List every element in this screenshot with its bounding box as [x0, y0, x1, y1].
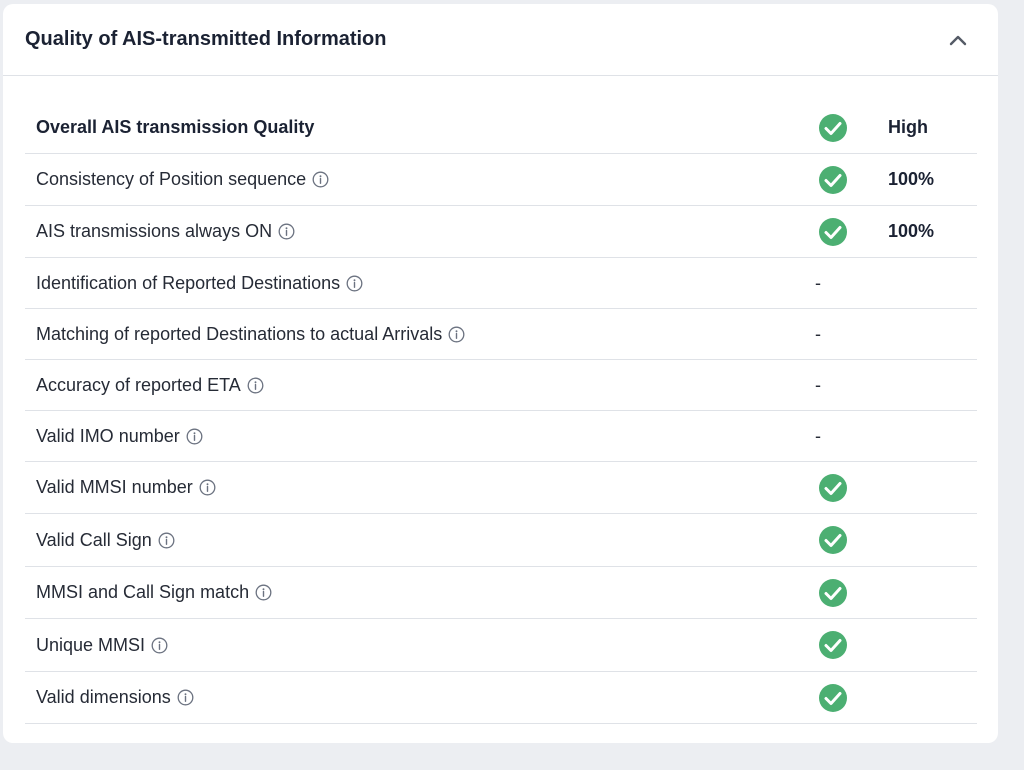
row-label-text: AIS transmissions always ON: [36, 221, 273, 241]
row-label-text: Valid dimensions: [36, 687, 171, 707]
status-dash: -: [815, 425, 821, 446]
collapse-button[interactable]: [944, 26, 972, 54]
row-label-text: Accuracy of reported ETA: [36, 374, 241, 395]
check-icon: [818, 578, 848, 608]
row-label: Overall AIS transmission Quality: [36, 117, 315, 137]
status-dash: -: [815, 374, 821, 395]
row-label-text: Valid IMO number: [36, 425, 180, 446]
check-icon: [818, 473, 848, 503]
info-icon[interactable]: [255, 584, 272, 601]
row-label: MMSI and Call Sign match: [36, 582, 272, 603]
info-icon[interactable]: [186, 428, 203, 445]
table-row: Valid IMO number -: [25, 411, 977, 462]
table-row: Valid MMSI number: [25, 462, 977, 514]
row-label: Valid IMO number: [36, 426, 203, 447]
info-icon[interactable]: [199, 479, 216, 496]
ais-quality-panel: Quality of AIS-transmitted Information O…: [3, 4, 998, 743]
table-row: Valid Call Sign: [25, 514, 977, 567]
quality-table: Overall AIS transmission Quality High Co…: [25, 102, 977, 724]
row-label: Valid Call Sign: [36, 530, 175, 551]
status-dash: -: [815, 323, 821, 344]
row-label: AIS transmissions always ON: [36, 221, 295, 242]
check-icon: [818, 683, 848, 713]
table-row: Matching of reported Destinations to act…: [25, 309, 977, 360]
info-icon[interactable]: [247, 377, 264, 394]
check-icon: [818, 525, 848, 555]
info-icon[interactable]: [151, 637, 168, 654]
table-row: Valid dimensions: [25, 672, 977, 724]
row-label-text: MMSI and Call Sign match: [36, 582, 250, 602]
check-icon: [818, 217, 848, 247]
row-label: Matching of reported Destinations to act…: [36, 324, 465, 345]
table-row: AIS transmissions always ON 100%: [25, 206, 977, 258]
info-icon[interactable]: [158, 532, 175, 549]
row-label-text: Identification of Reported Destinations: [36, 272, 341, 293]
table-row: MMSI and Call Sign match: [25, 567, 977, 619]
row-value: High: [888, 117, 928, 137]
row-label: Identification of Reported Destinations: [36, 273, 363, 294]
status-dash: -: [815, 272, 821, 293]
check-icon: [818, 630, 848, 660]
info-icon[interactable]: [448, 326, 465, 343]
table-row: Unique MMSI: [25, 619, 977, 672]
row-value: 100%: [888, 169, 935, 189]
row-label-text: Unique MMSI: [36, 634, 146, 655]
panel-header[interactable]: Quality of AIS-transmitted Information: [3, 4, 998, 76]
check-icon: [818, 165, 848, 195]
row-label: Consistency of Position sequence: [36, 169, 329, 190]
info-icon[interactable]: [346, 275, 363, 292]
row-label: Accuracy of reported ETA: [36, 375, 264, 396]
row-label-text: Matching of reported Destinations to act…: [36, 323, 443, 344]
table-row: Consistency of Position sequence 100%: [25, 154, 977, 206]
row-value: 100%: [888, 221, 935, 241]
row-label: Valid dimensions: [36, 687, 194, 708]
table-row: Accuracy of reported ETA -: [25, 360, 977, 411]
table-row: Identification of Reported Destinations …: [25, 258, 977, 309]
info-icon[interactable]: [278, 223, 295, 240]
check-icon: [818, 113, 848, 143]
row-label: Unique MMSI: [36, 635, 168, 656]
table-row: Overall AIS transmission Quality High: [25, 102, 977, 154]
panel-title: Quality of AIS-transmitted Information: [25, 28, 387, 50]
chevron-up-icon: [949, 35, 967, 45]
row-label-text: Valid MMSI number: [36, 477, 193, 497]
row-label-text: Valid Call Sign: [36, 529, 152, 550]
info-icon[interactable]: [312, 171, 329, 188]
info-icon[interactable]: [177, 689, 194, 706]
row-label: Valid MMSI number: [36, 477, 216, 498]
row-label-text: Consistency of Position sequence: [36, 169, 307, 189]
